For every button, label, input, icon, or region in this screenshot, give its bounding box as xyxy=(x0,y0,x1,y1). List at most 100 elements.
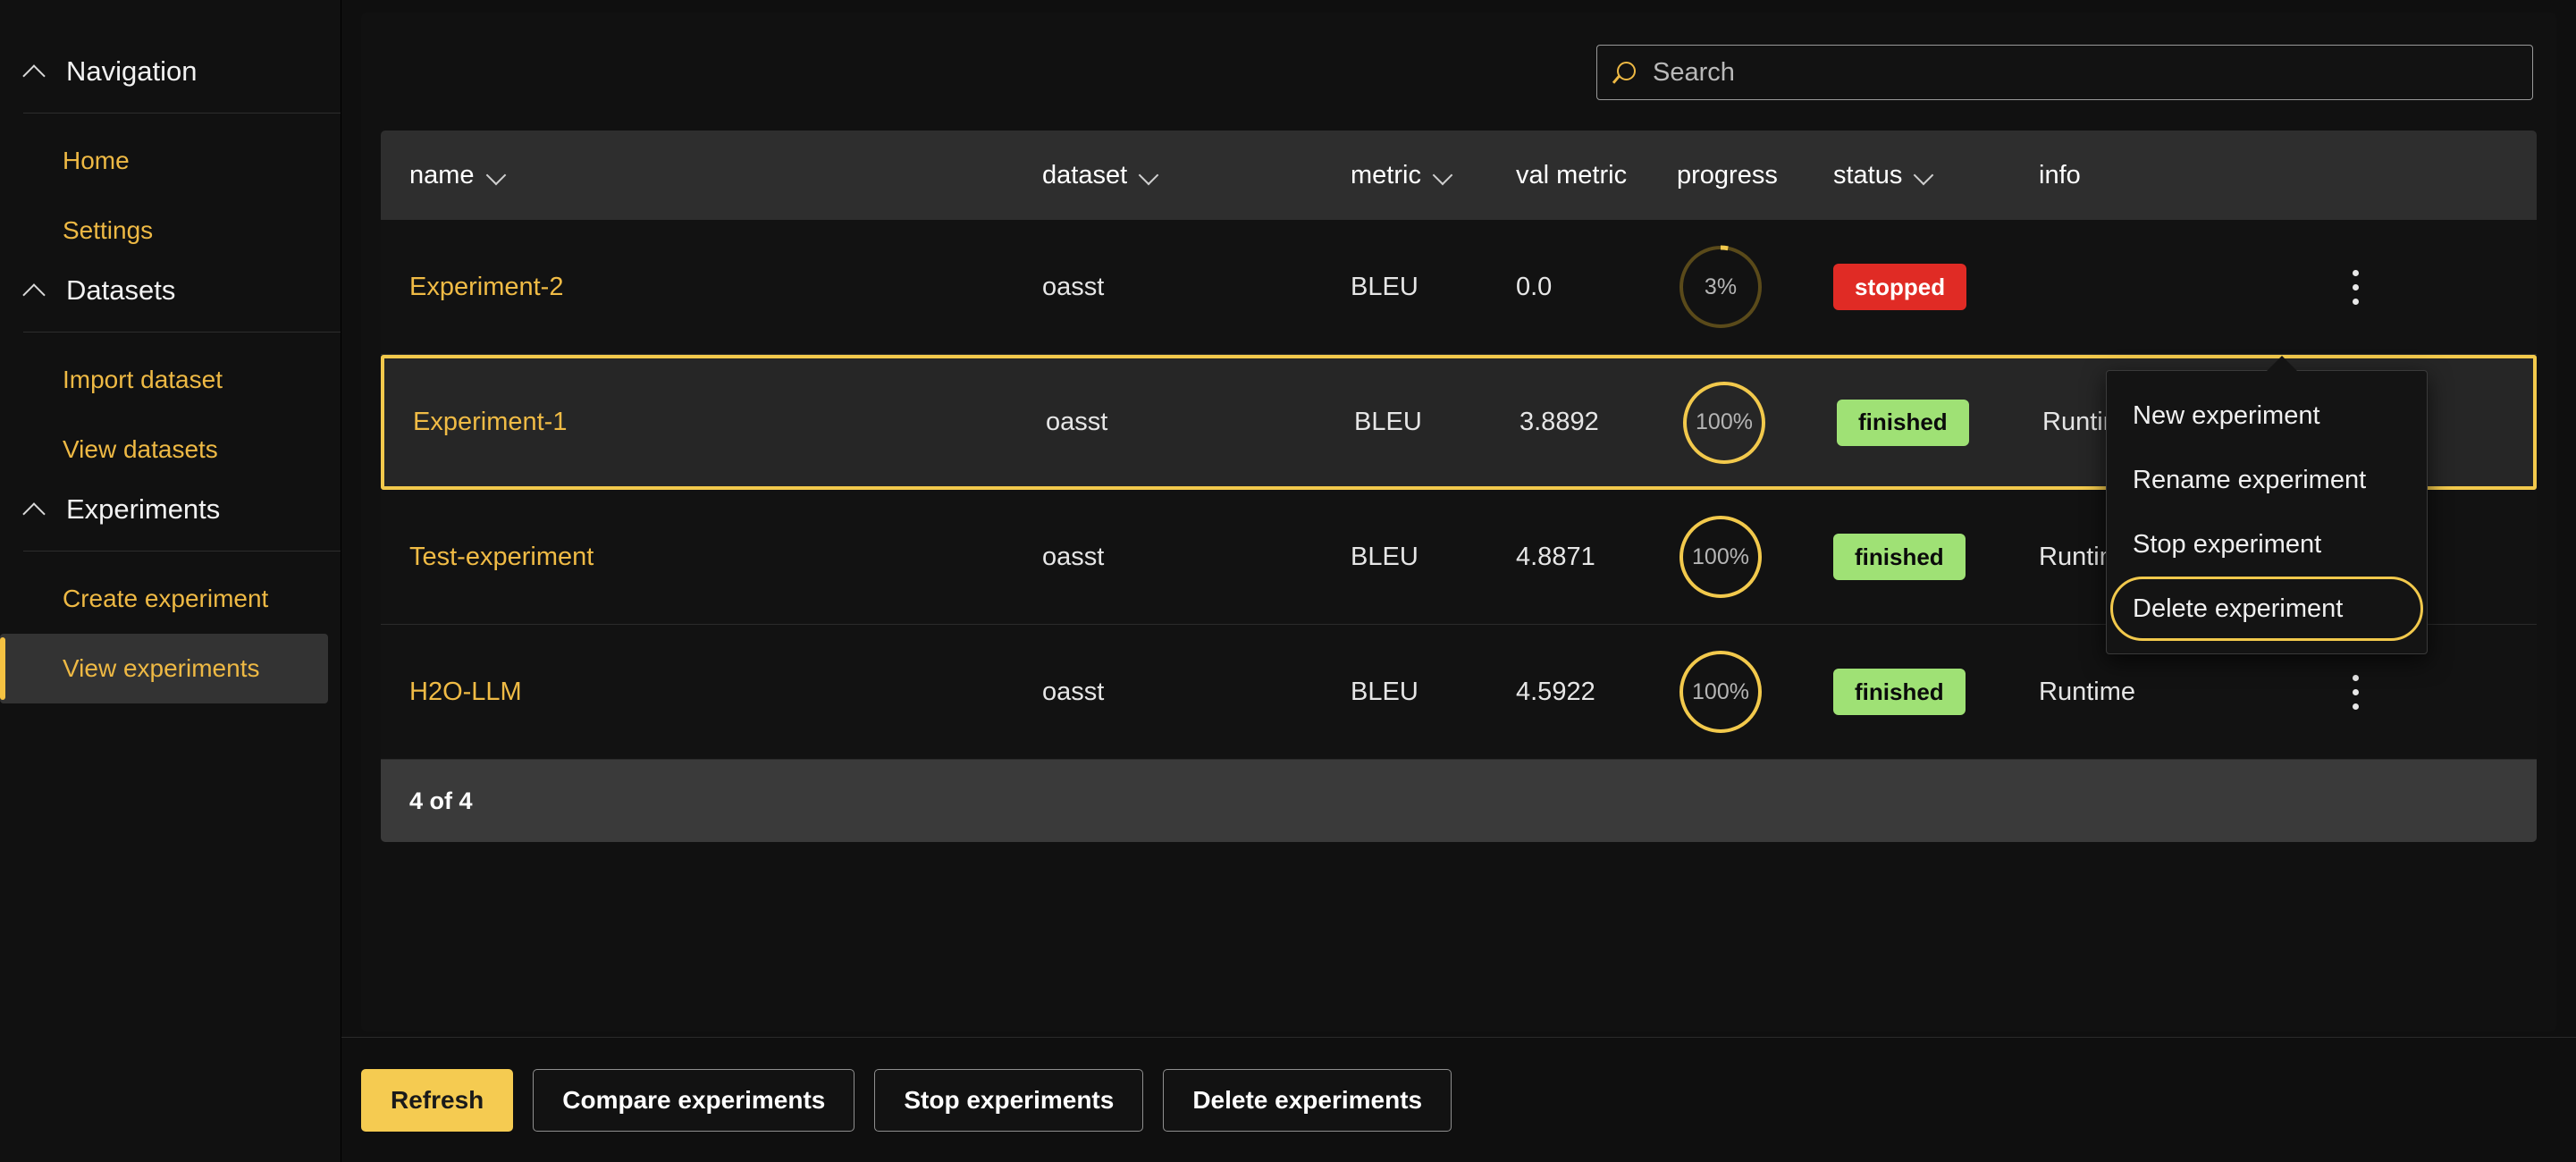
search-placeholder: Search xyxy=(1653,58,1735,88)
search-input[interactable]: Search xyxy=(1596,45,2533,100)
progress-ring: 100% xyxy=(1677,648,1764,736)
progress-label: 100% xyxy=(1677,648,1764,736)
sidebar-item-settings[interactable]: Settings xyxy=(0,196,328,265)
sidebar-item-label: Home xyxy=(63,147,130,175)
progress-label: 100% xyxy=(1680,379,1768,467)
experiment-metric: BLEU xyxy=(1351,273,1516,302)
column-header-info: info xyxy=(2039,161,2334,190)
app-root: Navigation Home Settings Datasets Import dat… xyxy=(0,0,2576,1162)
context-menu-item-stop-experiment[interactable]: Stop experiment xyxy=(2110,512,2423,577)
status-badge: finished xyxy=(1837,400,1969,446)
progress-ring: 100% xyxy=(1677,513,1764,601)
experiment-dataset: oasst xyxy=(1042,543,1351,572)
sidebar-group-label: Navigation xyxy=(66,55,197,88)
experiment-context-menu[interactable]: New experimentRename experimentStop expe… xyxy=(2106,370,2428,654)
sidebar-item-create-experiment[interactable]: Create experiment xyxy=(0,564,328,634)
progress-cell: 3% xyxy=(1677,243,1833,331)
experiment-info: Runtime xyxy=(2039,678,2334,707)
experiment-name-link: Experiment-2 xyxy=(381,273,1042,302)
refresh-button[interactable]: Refresh xyxy=(361,1069,513,1132)
sidebar-item-view-datasets[interactable]: View datasets xyxy=(0,415,328,484)
status-cell: stopped xyxy=(1833,264,2039,310)
chevron-down-icon xyxy=(1434,166,1452,184)
chevron-down-icon xyxy=(1915,166,1932,184)
column-header-val-metric: val metric xyxy=(1516,161,1677,190)
sidebar-item-label: View datasets xyxy=(63,435,218,464)
experiment-val-metric: 4.5922 xyxy=(1516,678,1677,707)
search-row: Search xyxy=(361,30,2556,100)
experiment-dataset: oasst xyxy=(1042,678,1351,707)
status-cell: finished xyxy=(1837,400,2042,446)
progress-cell: 100% xyxy=(1677,648,1833,736)
progress-cell: 100% xyxy=(1677,513,1833,601)
progress-ring: 100% xyxy=(1680,379,1768,467)
table-row[interactable]: Experiment-2oasstBLEU0.03% stopped xyxy=(381,220,2537,355)
context-menu-item-new-experiment[interactable]: New experiment xyxy=(2110,383,2423,448)
sidebar-item-label: Create experiment xyxy=(63,585,268,613)
sidebar-item-label: Settings xyxy=(63,216,153,245)
status-badge: finished xyxy=(1833,534,1966,580)
chevron-down-icon xyxy=(1140,166,1158,184)
kebab-menu-icon[interactable] xyxy=(2334,260,2377,314)
context-menu-item-rename-experiment[interactable]: Rename experiment xyxy=(2110,448,2423,512)
experiment-dataset: oasst xyxy=(1042,273,1351,302)
experiment-val-metric: 3.8892 xyxy=(1520,408,1680,437)
main-content: Search name dataset metricval metric progre… xyxy=(341,0,2576,1162)
context-menu-item-delete-experiment[interactable]: Delete experiment xyxy=(2110,577,2423,641)
experiments-panel: Search name dataset metricval metric progre… xyxy=(361,13,2556,1031)
sidebar-item-view-experiments[interactable]: View experiments xyxy=(0,634,328,703)
experiment-name-link: Experiment-1 xyxy=(384,408,1046,437)
experiments-table: name dataset metricval metric progressstatu… xyxy=(381,131,2537,842)
column-header-status[interactable]: status xyxy=(1833,161,2039,190)
spacer xyxy=(0,114,341,126)
experiment-val-metric: 4.8871 xyxy=(1516,543,1677,572)
table-header-row: name dataset metricval metric progressstatu… xyxy=(381,131,2537,220)
sidebar-group-experiments[interactable]: Experiments xyxy=(0,484,341,535)
column-header-label: val metric xyxy=(1516,161,1627,190)
chevron-down-icon xyxy=(487,166,505,184)
sidebar-item-home[interactable]: Home xyxy=(0,126,328,196)
status-badge: stopped xyxy=(1833,264,1966,310)
experiment-val-metric: 0.0 xyxy=(1516,273,1677,302)
sidebar-group-label: Datasets xyxy=(66,274,175,307)
chevron-up-icon xyxy=(23,279,46,302)
status-cell: finished xyxy=(1833,669,2039,715)
chevron-up-icon xyxy=(23,60,46,83)
search-icon xyxy=(1615,61,1638,84)
delete-experiments-button[interactable]: Delete experiments xyxy=(1163,1069,1452,1132)
sidebar-item-label: Import dataset xyxy=(63,366,223,394)
sidebar-item-import-dataset[interactable]: Import dataset xyxy=(0,345,328,415)
sidebar-group-label: Experiments xyxy=(66,493,220,526)
compare-experiments-button[interactable]: Compare experiments xyxy=(533,1069,854,1132)
table-footer: 4 of 4 xyxy=(381,760,2537,842)
progress-label: 100% xyxy=(1677,513,1764,601)
row-actions-cell xyxy=(2334,260,2432,314)
stop-experiments-button[interactable]: Stop experiments xyxy=(874,1069,1143,1132)
column-header-dataset[interactable]: dataset xyxy=(1042,161,1351,190)
sidebar-group-datasets[interactable]: Datasets xyxy=(0,265,341,316)
column-header-label: dataset xyxy=(1042,161,1127,190)
column-header-metric[interactable]: metric xyxy=(1351,161,1516,190)
sidebar: Navigation Home Settings Datasets Import dat… xyxy=(0,0,341,1162)
column-header-progress: progress xyxy=(1677,161,1833,190)
column-header-label: info xyxy=(2039,161,2081,190)
action-bar: Refresh Compare experiments Stop experimen… xyxy=(341,1037,2576,1162)
progress-cell: 100% xyxy=(1680,379,1837,467)
experiment-metric: BLEU xyxy=(1354,408,1520,437)
sidebar-item-label: View experiments xyxy=(63,654,259,683)
context-menu-caret xyxy=(2266,356,2298,372)
status-badge: finished xyxy=(1833,669,1966,715)
experiment-dataset: oasst xyxy=(1046,408,1354,437)
spacer xyxy=(0,552,341,564)
experiment-metric: BLEU xyxy=(1351,678,1516,707)
experiment-metric: BLEU xyxy=(1351,543,1516,572)
column-header-name[interactable]: name xyxy=(381,161,1042,190)
kebab-menu-icon[interactable] xyxy=(2334,665,2377,719)
column-header-label: name xyxy=(409,161,475,190)
column-header-label: status xyxy=(1833,161,1902,190)
spacer xyxy=(0,333,341,345)
sidebar-group-navigation[interactable]: Navigation xyxy=(0,46,341,97)
progress-ring: 3% xyxy=(1677,243,1764,331)
experiment-name-link: H2O-LLM xyxy=(381,678,1042,707)
status-cell: finished xyxy=(1833,534,2039,580)
